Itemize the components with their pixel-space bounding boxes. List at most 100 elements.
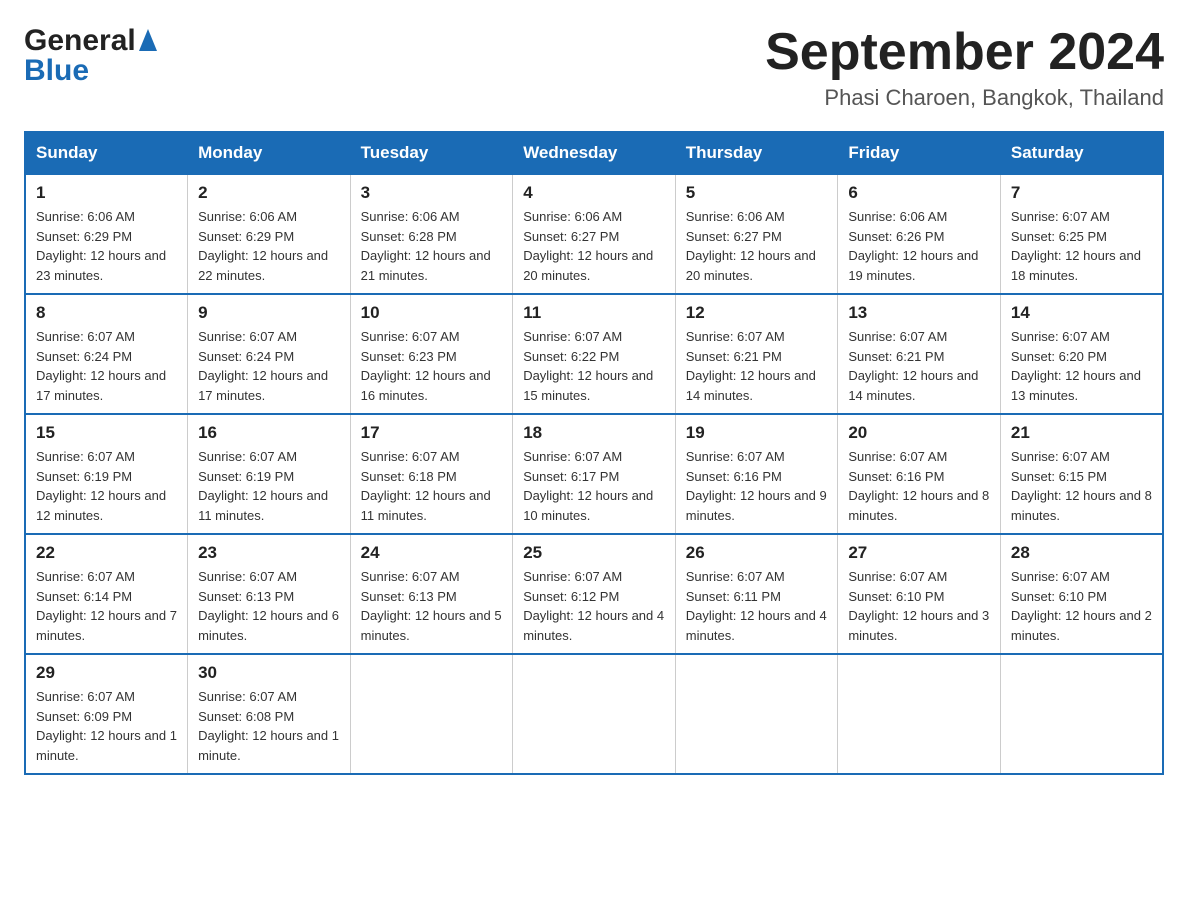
calendar-cell: 3 Sunrise: 6:06 AMSunset: 6:28 PMDaylight… bbox=[350, 174, 513, 294]
calendar-cell: 9 Sunrise: 6:07 AMSunset: 6:24 PMDaylight… bbox=[188, 294, 351, 414]
calendar-cell: 13Sunrise: 6:07 AMSunset: 6:21 PMDayligh… bbox=[838, 294, 1001, 414]
day-number: 17 bbox=[361, 423, 503, 443]
calendar-cell: 11 Sunrise: 6:07 AMSunset: 6:22 PMDayligh… bbox=[513, 294, 676, 414]
day-info: Sunrise: 6:07 AMSunset: 6:13 PMDaylight:… bbox=[361, 567, 503, 645]
month-title: September 2024 bbox=[765, 24, 1164, 81]
calendar-cell: 4Sunrise: 6:06 AMSunset: 6:27 PMDaylight… bbox=[513, 174, 676, 294]
day-number: 26 bbox=[686, 543, 828, 563]
day-info: Sunrise: 6:07 AMSunset: 6:21 PMDaylight:… bbox=[848, 327, 990, 405]
day-info: Sunrise: 6:07 AMSunset: 6:10 PMDaylight:… bbox=[848, 567, 990, 645]
day-number: 6 bbox=[848, 183, 990, 203]
calendar-cell bbox=[675, 654, 838, 774]
calendar-week-row: 15 Sunrise: 6:07 AMSunset: 6:19 PMDayligh… bbox=[25, 414, 1163, 534]
day-number: 12 bbox=[686, 303, 828, 323]
day-number: 23 bbox=[198, 543, 340, 563]
page-header: General Blue September 2024 Phasi Charoe… bbox=[24, 24, 1164, 111]
day-info: Sunrise: 6:07 AMSunset: 6:17 PMDaylight:… bbox=[523, 447, 665, 525]
calendar-cell bbox=[350, 654, 513, 774]
day-number: 21 bbox=[1011, 423, 1152, 443]
weekday-header-tuesday: Tuesday bbox=[350, 132, 513, 174]
day-number: 8 bbox=[36, 303, 177, 323]
calendar-cell: 19 Sunrise: 6:07 AMSunset: 6:16 PMDayligh… bbox=[675, 414, 838, 534]
day-number: 11 bbox=[523, 303, 665, 323]
day-number: 18 bbox=[523, 423, 665, 443]
day-number: 28 bbox=[1011, 543, 1152, 563]
weekday-header-wednesday: Wednesday bbox=[513, 132, 676, 174]
day-number: 19 bbox=[686, 423, 828, 443]
day-info: Sunrise: 6:07 AMSunset: 6:24 PMDaylight:… bbox=[36, 327, 177, 405]
calendar-cell bbox=[838, 654, 1001, 774]
logo-blue-text: Blue bbox=[24, 54, 89, 88]
calendar-cell: 17 Sunrise: 6:07 AMSunset: 6:18 PMDayligh… bbox=[350, 414, 513, 534]
day-number: 1 bbox=[36, 183, 177, 203]
day-number: 15 bbox=[36, 423, 177, 443]
logo-general-text: General bbox=[24, 24, 136, 58]
weekday-header-saturday: Saturday bbox=[1000, 132, 1163, 174]
day-info: Sunrise: 6:07 AMSunset: 6:16 PMDaylight:… bbox=[686, 447, 828, 525]
day-number: 22 bbox=[36, 543, 177, 563]
weekday-header-friday: Friday bbox=[838, 132, 1001, 174]
day-info: Sunrise: 6:07 AMSunset: 6:24 PMDaylight:… bbox=[198, 327, 340, 405]
calendar-cell: 14 Sunrise: 6:07 AMSunset: 6:20 PMDayligh… bbox=[1000, 294, 1163, 414]
calendar-cell: 16Sunrise: 6:07 AMSunset: 6:19 PMDayligh… bbox=[188, 414, 351, 534]
calendar-cell: 7Sunrise: 6:07 AMSunset: 6:25 PMDaylight… bbox=[1000, 174, 1163, 294]
day-info: Sunrise: 6:06 AMSunset: 6:29 PMDaylight:… bbox=[36, 207, 177, 285]
calendar-cell: 29Sunrise: 6:07 AMSunset: 6:09 PMDayligh… bbox=[25, 654, 188, 774]
subtitle: Phasi Charoen, Bangkok, Thailand bbox=[765, 85, 1164, 111]
day-number: 7 bbox=[1011, 183, 1152, 203]
calendar-cell: 23Sunrise: 6:07 AMSunset: 6:13 PMDayligh… bbox=[188, 534, 351, 654]
day-number: 10 bbox=[361, 303, 503, 323]
calendar-cell: 10 Sunrise: 6:07 AMSunset: 6:23 PMDayligh… bbox=[350, 294, 513, 414]
day-number: 30 bbox=[198, 663, 340, 683]
day-info: Sunrise: 6:07 AMSunset: 6:14 PMDaylight:… bbox=[36, 567, 177, 645]
day-info: Sunrise: 6:07 AMSunset: 6:10 PMDaylight:… bbox=[1011, 567, 1152, 645]
day-info: Sunrise: 6:06 AMSunset: 6:29 PMDaylight:… bbox=[198, 207, 340, 285]
calendar-cell: 27 Sunrise: 6:07 AMSunset: 6:10 PMDayligh… bbox=[838, 534, 1001, 654]
day-number: 29 bbox=[36, 663, 177, 683]
calendar-cell: 30 Sunrise: 6:07 AMSunset: 6:08 PMDayligh… bbox=[188, 654, 351, 774]
calendar-week-row: 29Sunrise: 6:07 AMSunset: 6:09 PMDayligh… bbox=[25, 654, 1163, 774]
weekday-header-thursday: Thursday bbox=[675, 132, 838, 174]
calendar-cell: 25 Sunrise: 6:07 AMSunset: 6:12 PMDayligh… bbox=[513, 534, 676, 654]
calendar-cell: 2Sunrise: 6:06 AMSunset: 6:29 PMDaylight… bbox=[188, 174, 351, 294]
day-info: Sunrise: 6:07 AMSunset: 6:12 PMDaylight:… bbox=[523, 567, 665, 645]
day-info: Sunrise: 6:07 AMSunset: 6:15 PMDaylight:… bbox=[1011, 447, 1152, 525]
calendar-cell: 26 Sunrise: 6:07 AMSunset: 6:11 PMDayligh… bbox=[675, 534, 838, 654]
weekday-header-sunday: Sunday bbox=[25, 132, 188, 174]
calendar-week-row: 1 Sunrise: 6:06 AMSunset: 6:29 PMDaylight… bbox=[25, 174, 1163, 294]
day-number: 24 bbox=[361, 543, 503, 563]
day-number: 3 bbox=[361, 183, 503, 203]
day-info: Sunrise: 6:07 AMSunset: 6:19 PMDaylight:… bbox=[198, 447, 340, 525]
day-info: Sunrise: 6:07 AMSunset: 6:22 PMDaylight:… bbox=[523, 327, 665, 405]
day-number: 5 bbox=[686, 183, 828, 203]
day-info: Sunrise: 6:07 AMSunset: 6:11 PMDaylight:… bbox=[686, 567, 828, 645]
calendar-cell: 1 Sunrise: 6:06 AMSunset: 6:29 PMDaylight… bbox=[25, 174, 188, 294]
day-info: Sunrise: 6:06 AMSunset: 6:28 PMDaylight:… bbox=[361, 207, 503, 285]
calendar-cell: 12 Sunrise: 6:07 AMSunset: 6:21 PMDayligh… bbox=[675, 294, 838, 414]
day-info: Sunrise: 6:06 AMSunset: 6:26 PMDaylight:… bbox=[848, 207, 990, 285]
day-info: Sunrise: 6:07 AMSunset: 6:08 PMDaylight:… bbox=[198, 687, 340, 765]
calendar-cell: 22 Sunrise: 6:07 AMSunset: 6:14 PMDayligh… bbox=[25, 534, 188, 654]
logo: General Blue bbox=[24, 24, 157, 88]
day-info: Sunrise: 6:06 AMSunset: 6:27 PMDaylight:… bbox=[523, 207, 665, 285]
day-info: Sunrise: 6:07 AMSunset: 6:21 PMDaylight:… bbox=[686, 327, 828, 405]
calendar-table: SundayMondayTuesdayWednesdayThursdayFrid… bbox=[24, 131, 1164, 775]
day-info: Sunrise: 6:07 AMSunset: 6:23 PMDaylight:… bbox=[361, 327, 503, 405]
calendar-header-row: SundayMondayTuesdayWednesdayThursdayFrid… bbox=[25, 132, 1163, 174]
calendar-cell: 18 Sunrise: 6:07 AMSunset: 6:17 PMDayligh… bbox=[513, 414, 676, 534]
calendar-cell: 15Sunrise: 6:07 AMSunset: 6:19 PMDayligh… bbox=[25, 414, 188, 534]
calendar-cell: 21 Sunrise: 6:07 AMSunset: 6:15 PMDayligh… bbox=[1000, 414, 1163, 534]
day-number: 27 bbox=[848, 543, 990, 563]
weekday-header-monday: Monday bbox=[188, 132, 351, 174]
calendar-cell: 28 Sunrise: 6:07 AMSunset: 6:10 PMDayligh… bbox=[1000, 534, 1163, 654]
day-number: 9 bbox=[198, 303, 340, 323]
day-number: 20 bbox=[848, 423, 990, 443]
calendar-cell bbox=[513, 654, 676, 774]
calendar-cell: 8 Sunrise: 6:07 AMSunset: 6:24 PMDaylight… bbox=[25, 294, 188, 414]
calendar-cell bbox=[1000, 654, 1163, 774]
day-info: Sunrise: 6:06 AMSunset: 6:27 PMDaylight:… bbox=[686, 207, 828, 285]
day-number: 25 bbox=[523, 543, 665, 563]
day-number: 14 bbox=[1011, 303, 1152, 323]
day-info: Sunrise: 6:07 AMSunset: 6:20 PMDaylight:… bbox=[1011, 327, 1152, 405]
day-info: Sunrise: 6:07 AMSunset: 6:18 PMDaylight:… bbox=[361, 447, 503, 525]
